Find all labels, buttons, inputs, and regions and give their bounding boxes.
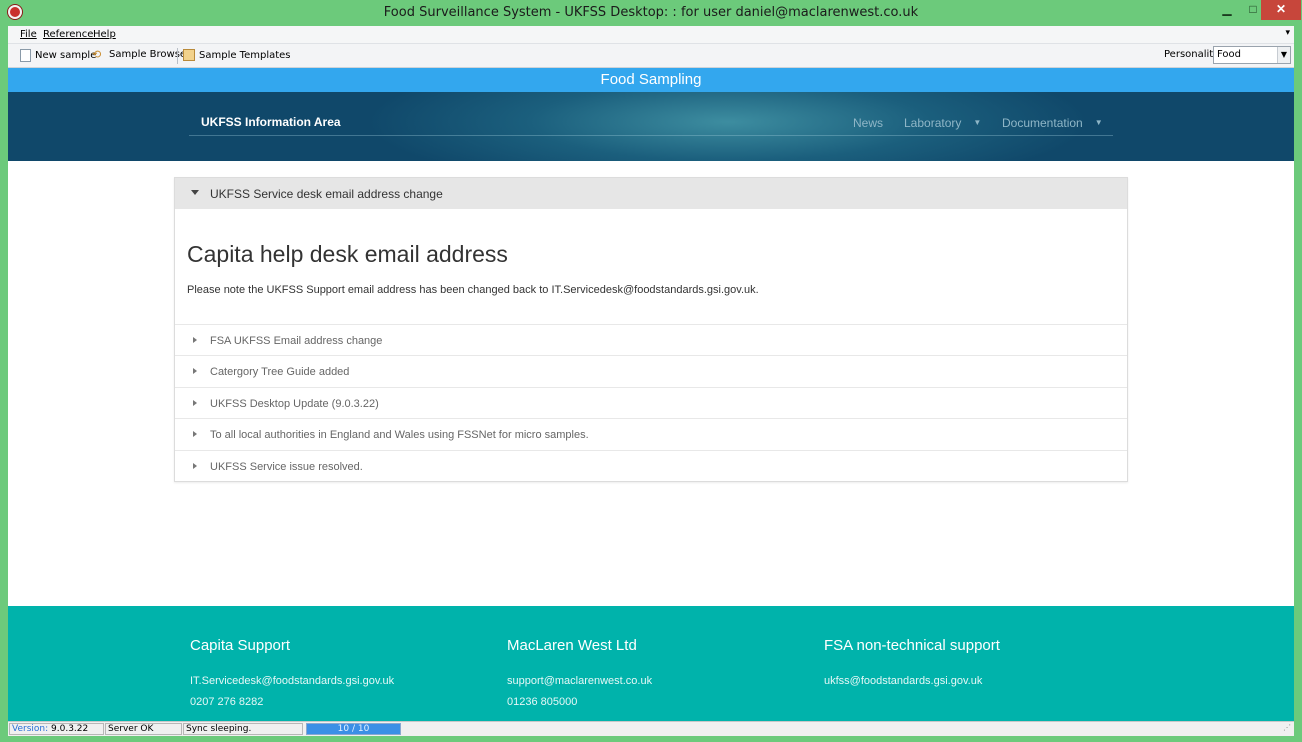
menu-reference[interactable]: Reference <box>43 29 93 40</box>
accordion-item[interactable]: FSA UKFSS Email address change <box>175 324 1127 356</box>
menu-bar: File Reference Help ▾ <box>8 26 1294 44</box>
caret-right-icon <box>193 400 197 406</box>
capita-email-link[interactable]: IT.Servicedesk@foodstandards.gsi.gov.uk <box>190 675 394 687</box>
maclaren-phone: 01236 805000 <box>507 696 578 708</box>
maclaren-email-link[interactable]: support@maclarenwest.co.uk <box>507 675 652 687</box>
status-version: Version: 9.0.3.22 <box>9 723 104 735</box>
caret-right-icon <box>193 431 197 437</box>
accordion-item[interactable]: To all local authorities in England and … <box>175 418 1127 450</box>
document-icon <box>20 49 31 62</box>
nav-laboratory-label: Laboratory <box>904 116 962 130</box>
chevron-down-icon[interactable]: ▼ <box>1277 47 1290 63</box>
dropdown-caret-icon: ▼ <box>973 118 982 127</box>
menu-overflow-icon[interactable]: ▾ <box>1285 28 1290 38</box>
menu-file[interactable]: File <box>20 29 37 40</box>
fsa-heading: FSA non-technical support <box>824 637 1000 654</box>
caret-right-icon <box>193 463 197 469</box>
accordion-open-header[interactable]: UKFSS Service desk email address change <box>175 178 1127 209</box>
version-value: 9.0.3.22 <box>51 724 89 734</box>
title-bar: Food Surveillance System - UKFSS Desktop… <box>0 0 1302 26</box>
maclaren-heading: MacLaren West Ltd <box>507 637 637 654</box>
accordion-item-label: UKFSS Service issue resolved. <box>210 461 363 473</box>
nav-documentation[interactable]: Documentation ▼ <box>1002 116 1103 130</box>
accordion-item-label: To all local authorities in England and … <box>210 429 589 441</box>
hero-title: UKFSS Information Area <box>201 115 341 129</box>
window-title: Food Surveillance System - UKFSS Desktop… <box>383 5 919 20</box>
browser-icon: ⟲ <box>92 47 102 61</box>
nav-laboratory[interactable]: Laboratory ▼ <box>904 116 981 130</box>
accordion-item[interactable]: UKFSS Desktop Update (9.0.3.22) <box>175 387 1127 419</box>
sample-templates-button[interactable]: Sample Templates <box>183 49 291 61</box>
sample-templates-label: Sample Templates <box>199 49 291 61</box>
sample-browser-label: Sample Browser <box>109 49 191 60</box>
sync-progress-bar: 10 / 10 <box>306 723 401 735</box>
header-divider <box>189 135 1113 136</box>
dropdown-caret-icon: ▼ <box>1094 118 1103 127</box>
caret-right-icon <box>193 337 197 343</box>
new-sample-label: New sample <box>35 50 97 61</box>
toolbar: New sample ⟲ Sample Browser Sample Templ… <box>8 44 1294 68</box>
menu-help[interactable]: Help <box>93 29 116 40</box>
capita-heading: Capita Support <box>190 637 291 654</box>
templates-icon <box>183 49 195 61</box>
nav-news[interactable]: News <box>853 116 883 130</box>
status-server: Server OK <box>105 723 182 735</box>
news-accordion: UKFSS Service desk email address change … <box>174 177 1128 482</box>
accordion-item-label: UKFSS Desktop Update (9.0.3.22) <box>210 398 379 410</box>
accordion-item[interactable]: UKFSS Service issue resolved. <box>175 450 1127 482</box>
information-header: UKFSS Information Area News Laboratory ▼ … <box>8 92 1294 161</box>
version-label: Version: <box>12 724 49 734</box>
capita-phone: 0207 276 8282 <box>190 696 264 708</box>
caret-right-icon <box>193 368 197 374</box>
capita-support-column: Capita Support IT.Servicedesk@foodstanda… <box>190 637 394 717</box>
support-footer: Capita Support IT.Servicedesk@foodstanda… <box>8 606 1294 721</box>
fsa-email-link[interactable]: ukfss@foodstandards.gsi.gov.uk <box>824 675 1000 687</box>
new-sample-button[interactable]: New sample <box>20 49 96 62</box>
article-title: Capita help desk email address <box>187 241 508 267</box>
article-body: Please note the UKFSS Support email addr… <box>187 284 759 296</box>
personality-label: Personality <box>1164 49 1220 60</box>
food-sampling-banner: Food Sampling <box>8 68 1294 92</box>
minimize-button[interactable]: ▁ <box>1214 0 1240 20</box>
app-window: Food Surveillance System - UKFSS Desktop… <box>0 0 1302 742</box>
toolbar-separator <box>177 48 178 64</box>
resize-grip-icon[interactable]: ⋰ <box>1283 723 1291 732</box>
accordion-item-label: FSA UKFSS Email address change <box>210 335 383 347</box>
status-bar: Version: 9.0.3.22 Server OK Sync sleepin… <box>8 721 1294 736</box>
accordion-open-title: UKFSS Service desk email address change <box>210 187 443 201</box>
sample-browser-button[interactable]: ⟲ Sample Browser <box>92 47 191 61</box>
accordion-item[interactable]: Catergory Tree Guide added <box>175 355 1127 387</box>
maclaren-support-column: MacLaren West Ltd support@maclarenwest.c… <box>507 637 652 717</box>
nav-documentation-label: Documentation <box>1002 116 1083 130</box>
close-button[interactable]: ✕ <box>1261 0 1301 20</box>
personality-value: Food <box>1217 49 1241 60</box>
personality-select[interactable]: Food ▼ <box>1213 46 1291 64</box>
fsa-support-column: FSA non-technical support ukfss@foodstan… <box>824 637 1000 696</box>
status-sync: Sync sleeping. <box>183 723 303 735</box>
client-area: File Reference Help ▾ New sample ⟲ Sampl… <box>8 26 1294 736</box>
accordion-item-label: Catergory Tree Guide added <box>210 366 350 378</box>
caret-down-icon <box>191 190 199 195</box>
